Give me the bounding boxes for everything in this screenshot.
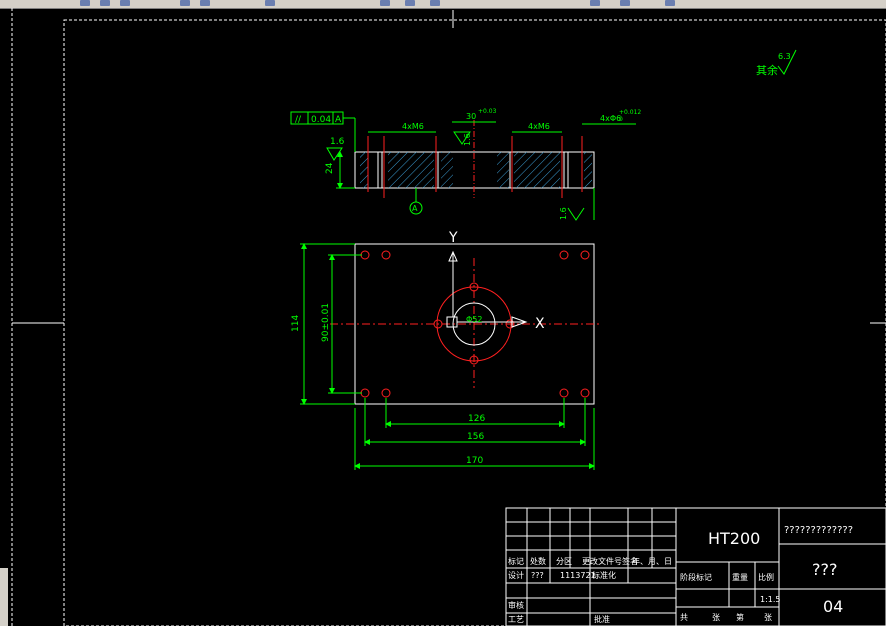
drawing-no: ??? — [812, 560, 837, 579]
review-label: 审核 — [508, 600, 524, 610]
pin-tol-lower: 0 — [619, 116, 623, 123]
svg-text:1113721: 1113721 — [560, 571, 596, 580]
drawing-canvas[interactable]: 其余 6.3 // 0.04 A 1.6 24 4xM6 30 +0.03 1.… — [0, 8, 886, 626]
hatch-edge-r — [584, 152, 592, 188]
material: HT200 — [708, 529, 760, 548]
svg-text:重量: 重量 — [732, 572, 748, 582]
help-icon[interactable] — [665, 0, 675, 6]
center-label: Φ52 — [466, 315, 482, 324]
flatness-datum: A — [335, 115, 342, 125]
match-icon[interactable] — [265, 0, 275, 6]
zoom-icon[interactable] — [405, 0, 415, 6]
scale: 1:1.5 — [760, 595, 781, 604]
flatness-tol: 0.04 — [311, 115, 331, 125]
part-name: ????????????? — [784, 525, 853, 536]
svg-text:标准化: 标准化 — [592, 570, 616, 580]
hatch-edge-l — [360, 152, 368, 188]
design-row: 设计 ??? 1113721 标准化 — [508, 570, 616, 580]
svg-text:张: 张 — [764, 613, 772, 622]
side-scrollbar[interactable] — [0, 568, 8, 626]
title-block: HT200 ????????????? ??? 04 1:1.5 标记 处数 分… — [505, 507, 886, 626]
svg-text:分区: 分区 — [556, 557, 572, 566]
layer-icon[interactable] — [620, 0, 630, 6]
pin-tol-upper: +0.012 — [619, 109, 641, 116]
svg-text:第: 第 — [736, 612, 744, 622]
roughness-note: 其余 — [756, 63, 778, 77]
drawing-svg: 其余 6.3 // 0.04 A 1.6 24 4xM6 30 +0.03 1.… — [11, 8, 886, 626]
roughness-value: 6.3 — [778, 52, 791, 61]
axis-x-label: X — [535, 316, 545, 332]
datum-label: A — [412, 204, 418, 213]
ra-top: 1.6 — [330, 137, 345, 147]
svg-text:更改文件号: 更改文件号 — [582, 556, 622, 566]
svg-text:标记: 标记 — [508, 556, 524, 566]
sheet-number: 04 — [823, 597, 843, 616]
height-inner: 90±0.01 — [321, 303, 331, 342]
holes-left: 4xM6 — [402, 122, 424, 131]
svg-text:???: ??? — [531, 571, 544, 580]
svg-text:年、月、日: 年、月、日 — [632, 556, 672, 566]
width-3: 170 — [466, 456, 483, 466]
svg-text:比例: 比例 — [758, 572, 774, 582]
sheet-labels: 共 张 第 张 — [680, 612, 772, 622]
svg-text:设计: 设计 — [508, 570, 524, 580]
process-label: 工艺 — [508, 615, 524, 624]
plan-view: Y X Φ52 114 90±0.01 126 156 170 — [291, 230, 600, 470]
parallel-icon: // — [295, 115, 302, 125]
save-icon[interactable] — [100, 0, 110, 6]
hatch-mid-l — [441, 152, 453, 188]
rev-header-row: 标记 处数 分区 更改文件号 签名 年、月、日 — [508, 556, 672, 566]
properties-icon[interactable] — [590, 0, 600, 6]
holes-right: 4xM6 — [528, 122, 550, 131]
pan-icon[interactable] — [380, 0, 390, 6]
bore-tol: +0.03 — [478, 108, 497, 115]
width-1: 126 — [468, 414, 485, 424]
width-2: 156 — [467, 432, 484, 442]
open-icon[interactable] — [80, 0, 90, 6]
svg-text:处数: 处数 — [530, 556, 546, 566]
undo-icon[interactable] — [180, 0, 190, 6]
ra-bottom-icon — [567, 207, 585, 221]
section-view: // 0.04 A 1.6 24 4xM6 30 +0.03 1.6 4xM6 … — [290, 108, 641, 221]
svg-text:张: 张 — [712, 613, 720, 622]
hatch-mid-r — [497, 152, 509, 188]
bore-dim: 30 — [466, 112, 476, 121]
section-height: 24 — [325, 162, 335, 174]
redo-icon[interactable] — [200, 0, 210, 6]
hatch-right — [514, 152, 560, 188]
ucs-origin-icon — [446, 316, 458, 328]
ra-slot: 1.6 — [463, 133, 472, 146]
ra-bottom: 1.6 — [559, 207, 568, 220]
hatch-left — [388, 152, 434, 188]
print-icon[interactable] — [120, 0, 130, 6]
svg-text:共: 共 — [680, 613, 688, 622]
stage-labels: 阶段标记 重量 比例 — [680, 572, 774, 582]
zoom-window-icon[interactable] — [430, 0, 440, 6]
svg-text:阶段标记: 阶段标记 — [680, 572, 712, 582]
approve-label: 批准 — [594, 614, 610, 624]
axis-y-label: Y — [448, 230, 458, 246]
height-outer: 114 — [291, 315, 301, 332]
